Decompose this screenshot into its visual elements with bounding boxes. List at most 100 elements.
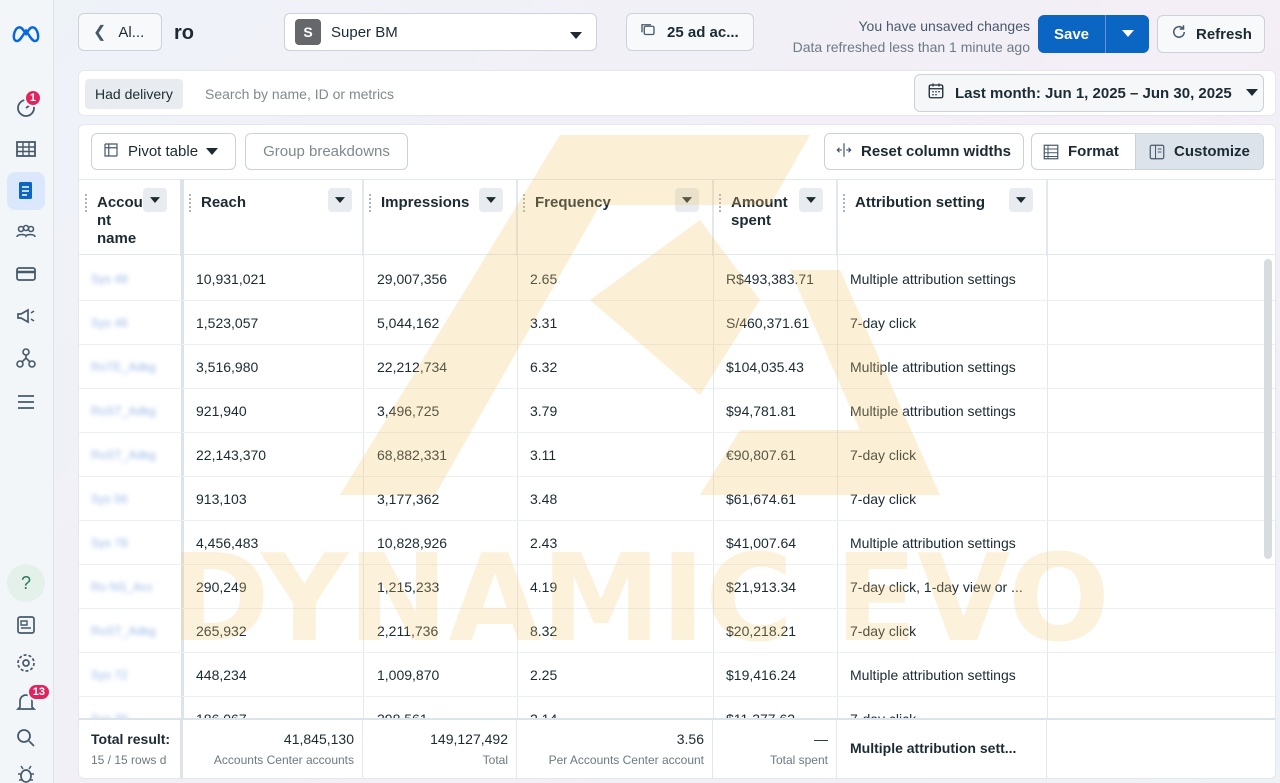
cell-account[interactable]: Sys 48 — [91, 257, 171, 301]
save-button[interactable]: Save — [1038, 15, 1106, 53]
cell-amount: $61,674.61 — [726, 491, 797, 507]
drag-handle-icon[interactable] — [369, 194, 372, 212]
reset-column-widths-label: Reset column widths — [861, 143, 1012, 160]
drag-handle-icon[interactable] — [189, 194, 192, 212]
pivot-table-button[interactable]: Pivot table — [91, 133, 236, 170]
cell-attribution: Multiple attribution settings — [850, 403, 1016, 419]
table-row[interactable]: Sys 72 448,234 1,009,870 2.25 $19,416.24 Mult… — [79, 653, 1275, 697]
column-header-reach[interactable]: Reach — [183, 180, 363, 256]
had-delivery-chip[interactable]: Had delivery — [85, 79, 183, 109]
data-refreshed-text: Data refreshed less than 1 minute ago — [792, 39, 1030, 55]
cell-attribution: 7-day click — [850, 315, 917, 331]
cell-amount: $104,035.43 — [726, 359, 804, 375]
date-range-picker[interactable]: Last month: Jun 1, 2025 – Jun 30, 2025 — [914, 74, 1264, 112]
column-menu-icon[interactable] — [143, 188, 167, 212]
help-icon[interactable]: ? — [7, 564, 45, 602]
audiences-icon[interactable] — [7, 213, 45, 251]
totals-attribution: Multiple attribution sett... — [850, 740, 1017, 756]
save-options-button[interactable] — [1106, 15, 1149, 53]
menu-icon[interactable] — [7, 383, 45, 421]
refresh-icon — [1170, 23, 1188, 45]
caret-down-icon — [570, 27, 582, 44]
date-range-label: Last month: Jun 1, 2025 – Jun 30, 2025 — [955, 84, 1232, 102]
cell-attribution: Multiple attribution settings — [850, 271, 1016, 287]
column-menu-icon[interactable] — [675, 188, 699, 212]
format-button[interactable]: Format — [1032, 134, 1136, 169]
back-button[interactable]: ❮ Al... — [78, 13, 162, 51]
reports-icon[interactable] — [7, 172, 45, 210]
column-menu-icon[interactable] — [328, 188, 352, 212]
drag-handle-icon[interactable] — [523, 194, 526, 212]
table-row[interactable]: Sys 48 10,931,021 29,007,356 2.65 R$493,383.… — [79, 257, 1275, 301]
cell-account[interactable]: RoST_Adkg — [91, 609, 171, 653]
column-header-impressions[interactable]: Impressions — [363, 180, 517, 256]
cell-amount: $41,007.64 — [726, 535, 797, 551]
table-row[interactable]: Sys 46 1,523,057 5,044,162 3.31 S/460,371.61… — [79, 301, 1275, 345]
cell-reach: 4,456,483 — [196, 535, 259, 551]
table-row[interactable]: Sys 56 913,103 3,177,362 3.48 $61,674.61 7-da… — [79, 477, 1275, 521]
refresh-label: Refresh — [1196, 25, 1252, 43]
column-menu-icon[interactable] — [479, 188, 503, 212]
cell-frequency: 3.79 — [530, 403, 558, 419]
business-selector[interactable]: S Super BM — [284, 13, 597, 51]
column-header-amount-spent[interactable]: Amount spent — [713, 180, 837, 256]
vertical-scrollbar[interactable] — [1264, 259, 1272, 559]
drag-handle-icon[interactable] — [85, 194, 88, 212]
cell-frequency: 6.32 — [530, 359, 558, 375]
cell-attribution: 7-day click, 1-day view or ... — [850, 579, 1023, 595]
totals-frequency-sub: Per Accounts Center account — [548, 753, 704, 767]
table-row[interactable]: Sys 78 4,456,483 10,828,926 2.43 $41,007.64 M… — [79, 521, 1275, 565]
settings-icon[interactable] — [7, 644, 45, 682]
ad-accounts-button[interactable]: 25 ad ac... — [626, 13, 754, 51]
group-breakdowns-button[interactable]: Group breakdowns — [245, 133, 408, 170]
billing-icon[interactable] — [7, 255, 45, 293]
totals-impressions: 149,127,492 — [430, 731, 508, 747]
cell-impressions: 29,007,356 — [377, 271, 448, 287]
page-title: ro — [174, 22, 194, 44]
alerts-icon[interactable]: 1 — [7, 88, 45, 126]
cell-amount: $21,913.34 — [726, 579, 797, 595]
cell-account[interactable]: Sys 46 — [91, 301, 171, 345]
accounts-stack-icon — [639, 21, 657, 43]
save-button-group: Save — [1038, 15, 1149, 53]
column-menu-icon[interactable] — [799, 188, 823, 212]
cell-account[interactable]: RoST_Adkg — [91, 389, 171, 433]
column-menu-icon[interactable] — [1009, 188, 1033, 212]
cell-account[interactable]: Sys 78 — [91, 521, 171, 565]
table-icon[interactable] — [7, 130, 45, 168]
cell-impressions: 22,212,734 — [377, 359, 448, 375]
search-icon[interactable] — [7, 719, 45, 757]
table-row[interactable]: RoST_Adkg 921,940 3,496,725 3.79 $94,781.81 M… — [79, 389, 1275, 433]
customize-panel-icon — [1149, 144, 1165, 159]
table-row[interactable]: RoST_Adkg 265,932 2,211,736 8.32 $20,218.21 7… — [79, 609, 1275, 653]
business-avatar: S — [295, 19, 321, 45]
customize-button[interactable]: Customize — [1136, 134, 1263, 169]
cell-account[interactable]: Sys 72 — [91, 653, 171, 697]
drag-handle-icon[interactable] — [843, 194, 846, 212]
cell-account[interactable]: Ro NS_Acc — [91, 565, 171, 609]
filter-bar: Had delivery Last month: Jun 1, 2025 – J… — [78, 70, 1276, 116]
campaign-icon[interactable] — [7, 297, 45, 335]
column-header-account-name[interactable]: Accou nt name — [79, 180, 183, 256]
search-input[interactable] — [197, 79, 797, 109]
hierarchy-icon[interactable] — [7, 339, 45, 377]
cell-account[interactable]: RoST_Adkg — [91, 433, 171, 477]
table-row[interactable]: Ro NS_Acc 290,249 1,215,233 4.19 $21,913.34 7… — [79, 565, 1275, 609]
column-header-frequency[interactable]: Frequency — [517, 180, 713, 256]
table-row[interactable]: RoST_Adkg 22,143,370 68,882,331 3.11 €90,807… — [79, 433, 1275, 477]
refresh-button[interactable]: Refresh — [1157, 15, 1265, 53]
cell-account[interactable]: RoTE_Adkg — [91, 345, 171, 389]
table-row[interactable]: RoTE_Adkg 3,516,980 22,212,734 6.32 $104,035… — [79, 345, 1275, 389]
column-header-attribution-setting[interactable]: Attribution setting — [837, 180, 1047, 256]
notifications-icon[interactable]: 13 — [7, 683, 51, 721]
drag-handle-icon[interactable] — [719, 194, 722, 212]
news-icon[interactable] — [7, 606, 45, 644]
bug-icon[interactable] — [7, 755, 45, 783]
reset-column-widths-button[interactable]: Reset column widths — [824, 133, 1024, 170]
totals-impressions-sub: Total — [482, 753, 508, 767]
meta-logo[interactable] — [7, 14, 45, 52]
cell-frequency: 3.11 — [530, 447, 557, 463]
cell-account[interactable]: Sys 56 — [91, 477, 171, 521]
totals-amount-cell: — Total spent — [713, 720, 837, 778]
customize-label: Customize — [1174, 143, 1250, 160]
